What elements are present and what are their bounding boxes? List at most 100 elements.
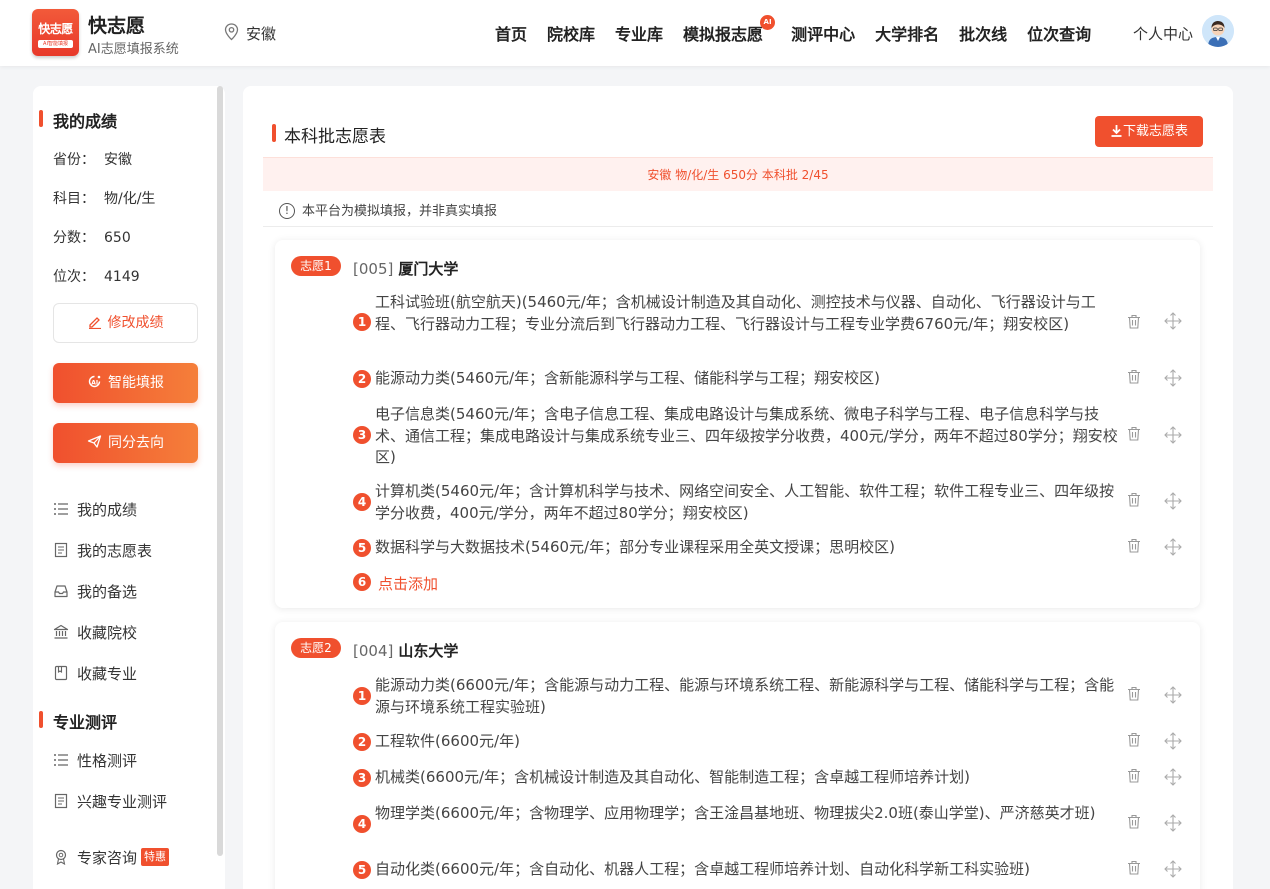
province-label: 省份： [53, 152, 95, 168]
choice-tag: 志愿2 [291, 638, 341, 658]
major-index: 3 [353, 426, 371, 444]
drag-move-icon[interactable] [1164, 686, 1182, 704]
application-card-2: 志愿2 [004] 山东大学 1 能源动力类(6600元/年；含能源与动力工程、能… [275, 622, 1200, 889]
drag-move-icon[interactable] [1164, 732, 1182, 750]
choice-tag: 志愿1 [291, 256, 341, 276]
menu-personality-test[interactable]: 性格测评 [53, 750, 137, 771]
trash-icon[interactable] [1127, 814, 1141, 829]
menu-favorite-colleges[interactable]: 收藏院校 [53, 622, 137, 643]
menu-expert-consult-label: 专家咨询 [77, 849, 138, 867]
nav-batch-line[interactable]: 批次线 [959, 21, 1007, 45]
sidebar-scrollbar[interactable] [217, 86, 223, 856]
major-index: 2 [353, 733, 371, 751]
major-text: 电子信息类(5460元/年；含电子信息工程、集成电路设计与集成系统、微电子科学与… [375, 405, 1118, 466]
drag-move-icon[interactable] [1164, 860, 1182, 878]
drag-move-icon[interactable] [1164, 312, 1182, 330]
menu-expert-consult[interactable]: 专家咨询 特惠 [53, 847, 170, 868]
major-evaluation-heading: 专业测评 [38, 709, 117, 733]
user-center-link[interactable]: 个人中心 [1133, 23, 1193, 44]
paper-plane-icon [87, 435, 102, 448]
drag-move-icon[interactable] [1164, 814, 1182, 832]
application-card-1: 志愿1 [005] 厦门大学 1 工科试验班(航空航天)(5460元/年；含机械设… [275, 240, 1200, 608]
drag-move-icon[interactable] [1164, 369, 1182, 387]
add-major-link[interactable]: 点击添加 [378, 573, 438, 594]
trash-icon[interactable] [1127, 369, 1141, 384]
trash-icon[interactable] [1127, 426, 1141, 441]
ai-fire-badge-icon: AI [760, 15, 776, 30]
province-value: 安徽 [104, 152, 132, 168]
info-icon: ! [279, 202, 295, 219]
location-pin-icon[interactable] [224, 23, 239, 41]
drag-move-icon[interactable] [1164, 538, 1182, 556]
document-icon [54, 542, 68, 558]
nav-college-library[interactable]: 院校库 [547, 21, 595, 45]
university-name: 山东大学 [398, 642, 459, 660]
trash-icon[interactable] [1127, 492, 1141, 507]
download-label: 下载志愿表 [1122, 124, 1188, 139]
menu-favorite-majors-label: 收藏专业 [77, 665, 138, 683]
document-icon [54, 793, 68, 809]
trash-icon[interactable] [1127, 768, 1141, 783]
logo-subtext: AI智能填报 [38, 40, 73, 48]
peer-destination-button[interactable]: 同分去向 [53, 423, 198, 463]
major-index: 5 [353, 539, 371, 557]
nav-evaluation-center[interactable]: 测评中心 [791, 21, 855, 45]
nav-university-ranking[interactable]: 大学排名 [875, 21, 939, 45]
institution-icon [53, 624, 69, 639]
sidebar: 我的成绩 省份： 安徽 科目： 物/化/生 分数： 650 位次： 4149 修改成绩 … [33, 86, 225, 889]
subject-value: 物/化/生 [104, 191, 156, 207]
nav-major-library[interactable]: 专业库 [615, 21, 663, 45]
nav-home[interactable]: 首页 [495, 21, 527, 45]
subject-label: 科目： [53, 191, 95, 207]
university-title[interactable]: [004] 山东大学 [353, 640, 458, 661]
menu-my-application-table[interactable]: 我的志愿表 [53, 540, 152, 561]
nav-mock-application[interactable]: 模拟报志愿 AI [683, 15, 776, 45]
book-icon [54, 665, 68, 681]
menu-my-score[interactable]: 我的成绩 [53, 499, 137, 520]
list-icon [54, 503, 68, 515]
university-title[interactable]: [005] 厦门大学 [353, 258, 458, 279]
application-panel: 本科批志愿表 下载志愿表 安徽 物/化/生 650分 本科批 2/45 ! 本平台… [243, 86, 1233, 889]
smart-fill-button[interactable]: AI 智能填报 [53, 363, 198, 403]
major-index: 1 [353, 313, 371, 331]
location-selector[interactable]: 安徽 [246, 23, 276, 44]
download-table-button[interactable]: 下载志愿表 [1095, 116, 1203, 147]
summary-banner: 安徽 物/化/生 650分 本科批 2/45 [263, 157, 1213, 191]
major-index: 3 [353, 769, 371, 787]
trash-icon[interactable] [1127, 538, 1141, 553]
drag-move-icon[interactable] [1164, 426, 1182, 444]
pencil-icon [88, 316, 101, 329]
major-text: 自动化类(6600元/年；含自动化、机器人工程；含卓越工程师培养计划、自动化科学… [375, 860, 1030, 878]
divider [263, 226, 1213, 227]
special-offer-badge: 特惠 [141, 848, 170, 866]
trash-icon[interactable] [1127, 686, 1141, 701]
menu-interest-major-test[interactable]: 兴趣专业测评 [53, 791, 167, 812]
logo[interactable]: 快志愿 AI智能填报 [32, 9, 79, 56]
score-row: 分数： 650 [53, 227, 131, 247]
nav-rank-query[interactable]: 位次查询 [1027, 21, 1091, 45]
drag-move-icon[interactable] [1164, 768, 1182, 786]
trash-icon[interactable] [1127, 314, 1141, 329]
menu-interest-major-test-label: 兴趣专业测评 [77, 793, 168, 811]
major-index: 5 [353, 861, 371, 879]
nav-mock-application-label: 模拟报志愿 [683, 25, 764, 44]
edit-score-button[interactable]: 修改成绩 [53, 303, 198, 343]
major-text: 计算机类(5460元/年；含计算机科学与技术、网络空间安全、人工智能、软件工程；… [375, 482, 1115, 522]
menu-my-alternatives[interactable]: 我的备选 [53, 581, 137, 602]
menu-my-score-label: 我的成绩 [77, 501, 138, 519]
main-nav: 首页 院校库 专业库 模拟报志愿 AI 测评中心 大学排名 批次线 位次查询 [495, 15, 1111, 45]
major-index: 6 [353, 573, 371, 591]
download-icon [1111, 124, 1122, 137]
drag-move-icon[interactable] [1164, 492, 1182, 510]
brand-name: 快志愿 [88, 15, 146, 37]
edit-score-label: 修改成绩 [107, 315, 164, 331]
notice: ! 本平台为模拟填报，并非真实填报 [279, 200, 497, 219]
avatar[interactable] [1202, 15, 1234, 47]
university-code: [005] [353, 260, 394, 278]
menu-favorite-majors[interactable]: 收藏专业 [53, 663, 137, 684]
trash-icon[interactable] [1127, 732, 1141, 747]
score-value: 650 [104, 230, 131, 246]
badge-icon [55, 849, 67, 865]
peer-destination-label: 同分去向 [108, 435, 164, 451]
trash-icon[interactable] [1127, 860, 1141, 875]
